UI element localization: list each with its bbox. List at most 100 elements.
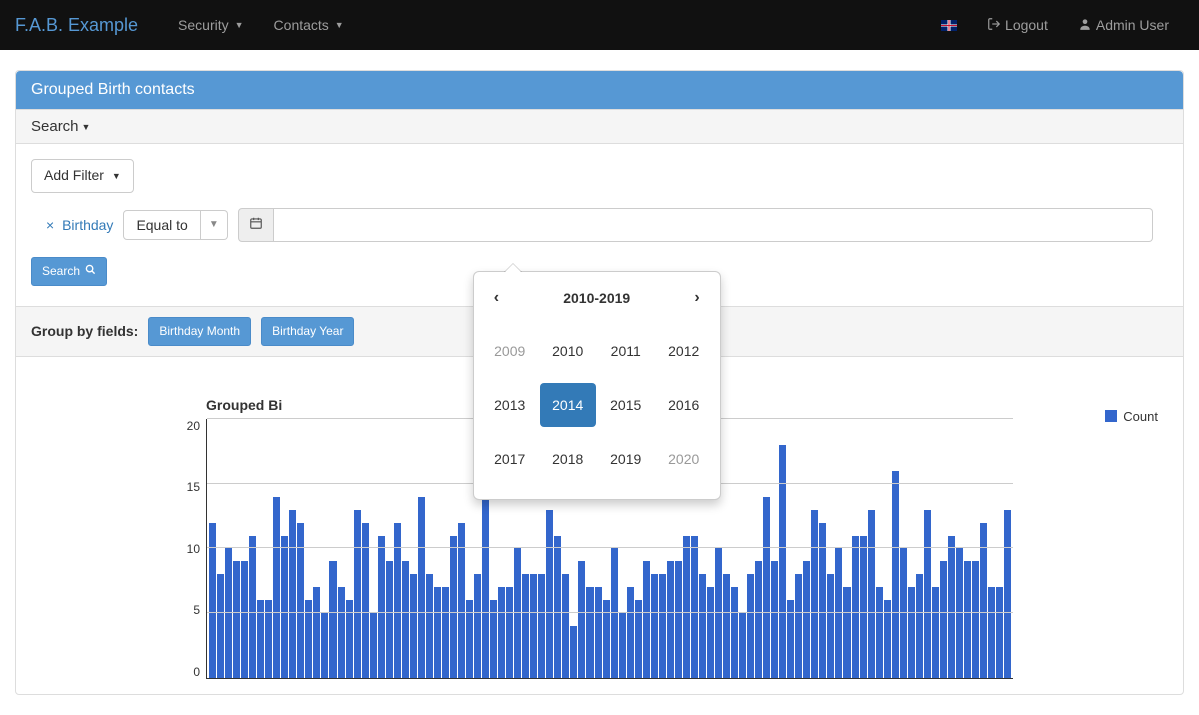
navbar-left: F.A.B. Example Security ▼ Contacts ▼: [15, 2, 359, 48]
datepicker-year[interactable]: 2012: [656, 329, 712, 373]
chart-bar: [892, 471, 899, 678]
chart-bar: [739, 613, 746, 678]
remove-filter-birthday[interactable]: × Birthday: [46, 217, 113, 233]
chart-bar: [819, 523, 826, 678]
main-container: Grouped Birth contacts Search ▼ Add Filt…: [0, 50, 1199, 695]
caret-down-icon: ▼: [201, 210, 228, 240]
chart-bar: [418, 497, 425, 678]
chart-bar: [595, 587, 602, 678]
chart-bar: [522, 574, 529, 678]
datepicker-year[interactable]: 2009: [482, 329, 538, 373]
logout-label: Logout: [1005, 17, 1048, 33]
chart-bar: [225, 548, 232, 678]
chart-bar: [370, 613, 377, 678]
y-tick-label: 15: [187, 480, 200, 494]
chart-bar: [570, 626, 577, 678]
chart-bar: [932, 587, 939, 678]
chart-bar: [321, 613, 328, 678]
chart-bar: [538, 574, 545, 678]
chart-bar: [827, 574, 834, 678]
operator-select[interactable]: Equal to ▼: [123, 210, 227, 240]
chart-bar: [619, 613, 626, 678]
chart-bar: [338, 587, 345, 678]
chart-bar: [1004, 510, 1011, 678]
search-button[interactable]: Search: [31, 257, 107, 286]
chart-bar: [988, 587, 995, 678]
chart-bar: [514, 548, 521, 678]
nav-menu-contacts[interactable]: Contacts ▼: [259, 2, 359, 48]
chart-bar: [916, 574, 923, 678]
y-tick-label: 10: [187, 542, 200, 556]
date-input[interactable]: [274, 208, 1153, 242]
chart-bar: [209, 523, 216, 678]
navbar: F.A.B. Example Security ▼ Contacts ▼ Log…: [0, 0, 1199, 50]
chart-bar: [354, 510, 361, 678]
datepicker-next[interactable]: ›: [686, 285, 707, 311]
logout-link[interactable]: Logout: [972, 2, 1063, 49]
chart-bar: [482, 484, 489, 678]
nav-menu-label: Security: [178, 17, 229, 33]
datepicker-year[interactable]: 2018: [540, 437, 596, 481]
chart-y-axis: 20151050: [156, 419, 206, 679]
nav-menu-security[interactable]: Security ▼: [163, 2, 259, 48]
datepicker-year[interactable]: 2013: [482, 383, 538, 427]
gridline: [207, 612, 1013, 613]
datepicker-year[interactable]: 2011: [598, 329, 654, 373]
chart-bar: [755, 561, 762, 678]
chart-bar: [249, 536, 256, 678]
chart-bar: [498, 587, 505, 678]
datepicker-year[interactable]: 2016: [656, 383, 712, 427]
chart-bar: [956, 548, 963, 678]
calendar-button[interactable]: [238, 208, 274, 242]
flag-uk-icon: [941, 20, 957, 31]
y-tick-label: 20: [187, 419, 200, 433]
filter-field-label: Birthday: [62, 217, 113, 233]
group-by-birthday-year[interactable]: Birthday Year: [261, 317, 354, 346]
group-by-birthday-month[interactable]: Birthday Month: [148, 317, 251, 346]
gridline: [207, 547, 1013, 548]
chart-bar: [779, 445, 786, 678]
chart-bar: [474, 574, 481, 678]
chart-bar: [281, 536, 288, 678]
chart-bar: [763, 497, 770, 678]
chart-bar: [233, 561, 240, 678]
datepicker-year[interactable]: 2019: [598, 437, 654, 481]
datepicker-year[interactable]: 2017: [482, 437, 538, 481]
chart-bar: [313, 587, 320, 678]
chart-bar: [948, 536, 955, 678]
chart-bar: [458, 523, 465, 678]
chart-bar: [843, 587, 850, 678]
chart-bar: [699, 574, 706, 678]
chart-bar: [675, 561, 682, 678]
navbar-right: Logout Admin User: [926, 2, 1184, 49]
user-menu[interactable]: Admin User: [1063, 2, 1184, 49]
chart-bar: [731, 587, 738, 678]
brand-link[interactable]: F.A.B. Example: [15, 15, 153, 36]
datepicker-year[interactable]: 2010: [540, 329, 596, 373]
datepicker-title[interactable]: 2010-2019: [563, 290, 630, 306]
caret-down-icon: ▼: [112, 170, 121, 183]
close-icon: ×: [46, 217, 54, 233]
popover-arrow: [504, 263, 522, 272]
chart-bar: [707, 587, 714, 678]
user-icon: [1078, 17, 1092, 34]
chart-bar: [795, 574, 802, 678]
nav-menu-label: Contacts: [274, 17, 329, 33]
datepicker-year[interactable]: 2015: [598, 383, 654, 427]
language-flag[interactable]: [926, 5, 972, 46]
datepicker-year[interactable]: 2020: [656, 437, 712, 481]
add-filter-button[interactable]: Add Filter ▼: [31, 159, 134, 193]
panel-title: Grouped Birth contacts: [16, 71, 1183, 109]
chart-bar: [643, 561, 650, 678]
chart-bar: [811, 510, 818, 678]
chart-bar: [747, 574, 754, 678]
group-by-label: Group by fields:: [31, 323, 138, 339]
chart-bar: [530, 574, 537, 678]
chart-bar: [217, 574, 224, 678]
search-toggle[interactable]: Search ▼: [16, 109, 1183, 144]
filter-row: × Birthday Equal to ▼: [31, 208, 1168, 242]
datepicker-prev[interactable]: ‹: [486, 285, 507, 311]
chart-bar: [924, 510, 931, 678]
chart-legend: Count: [1105, 409, 1158, 424]
datepicker-year[interactable]: 2014: [540, 383, 596, 427]
